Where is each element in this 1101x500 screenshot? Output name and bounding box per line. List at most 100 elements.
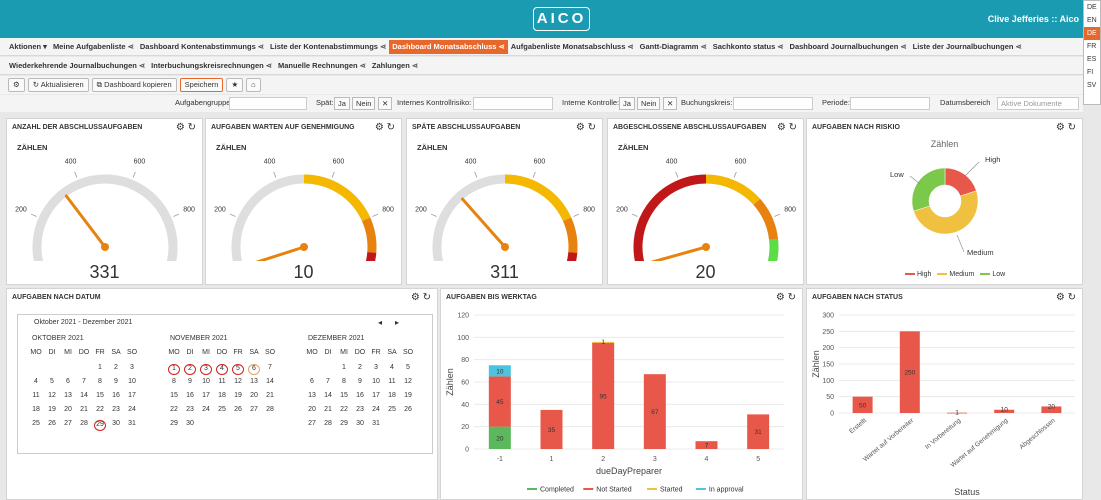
calendar-day[interactable]: 28 <box>264 406 276 413</box>
share-icon[interactable]: ⋖ <box>498 42 504 51</box>
calendar-day[interactable]: 9 <box>354 378 366 385</box>
calendar-day[interactable]: 10 <box>370 378 382 385</box>
calendar-day[interactable]: 24 <box>200 406 212 413</box>
calendar-day[interactable]: 25 <box>386 406 398 413</box>
calendar-day[interactable]: 2 <box>354 364 366 371</box>
nav-tab[interactable]: Interbuchungskreisrechnungen ⋖ <box>148 59 275 73</box>
calendar-day[interactable]: 8 <box>94 378 106 385</box>
calendar-day[interactable]: 4 <box>216 364 228 375</box>
user-name[interactable]: Clive Jefferies :: Aico <box>988 14 1079 24</box>
calendar-day[interactable]: 31 <box>370 420 382 427</box>
control-clear-icon[interactable]: ✕ <box>663 97 678 110</box>
calendar-day[interactable]: 9 <box>184 378 196 385</box>
share-icon[interactable]: ⋖ <box>777 42 783 51</box>
calendar-day[interactable]: 30 <box>354 420 366 427</box>
language-option[interactable]: DE <box>1084 1 1100 14</box>
nav-tab[interactable]: Aufgabenliste Monatsabschluss ⋖ <box>508 40 637 54</box>
calendar-day[interactable]: 29 <box>338 420 350 427</box>
calendar-next-icon[interactable]: ▸ <box>395 318 399 327</box>
nav-tab[interactable]: Dashboard Monatsabschluss ⋖ <box>389 39 508 54</box>
nav-tab[interactable]: Wiederkehrende Journalbuchungen ⋖ <box>6 59 148 73</box>
calendar-prev-icon[interactable]: ◂ <box>378 318 382 327</box>
calendar-day[interactable]: 16 <box>110 392 122 399</box>
calendar-day[interactable]: 26 <box>402 406 414 413</box>
calendar-day[interactable]: 10 <box>200 378 212 385</box>
language-option[interactable]: SV <box>1084 79 1100 92</box>
calendar-day[interactable]: 5 <box>402 364 414 371</box>
calendar-day[interactable]: 24 <box>126 406 138 413</box>
nav-tab[interactable]: Dashboard Journalbuchungen ⋖ <box>787 40 910 54</box>
nav-tab[interactable]: Liste der Kontenabstimmungs ⋖ <box>267 40 389 54</box>
calendar-day[interactable]: 21 <box>78 406 90 413</box>
share-icon[interactable]: ⋖ <box>412 61 418 70</box>
calendar-day[interactable]: 6 <box>62 378 74 385</box>
calendar-day[interactable]: 3 <box>370 364 382 371</box>
calendar-day[interactable]: 11 <box>30 392 42 399</box>
late-yes-button[interactable]: Ja <box>334 97 350 110</box>
calendar-day[interactable]: 19 <box>232 392 244 399</box>
calendar-day[interactable]: 12 <box>232 378 244 385</box>
calendar-day[interactable]: 23 <box>354 406 366 413</box>
share-icon[interactable]: ⋖ <box>700 42 706 51</box>
task-group-input[interactable] <box>229 97 307 110</box>
share-icon[interactable]: ⋖ <box>266 61 272 70</box>
calendar-day[interactable]: 14 <box>78 392 90 399</box>
calendar-day[interactable]: 10 <box>126 378 138 385</box>
panel-settings-refresh-icons[interactable]: ⚙ ↻ <box>411 292 431 303</box>
aico-logo[interactable]: AICO <box>533 7 590 31</box>
calendar-day[interactable]: 31 <box>126 420 138 427</box>
share-icon[interactable]: ⋖ <box>139 61 145 70</box>
favorite-star-icon[interactable]: ★ <box>226 78 244 92</box>
date-range-select[interactable]: Aktive Dokumente <box>997 97 1079 110</box>
calendar-day[interactable]: 6 <box>306 378 318 385</box>
share-icon[interactable]: ⋖ <box>627 42 633 51</box>
calendar-day[interactable]: 5 <box>232 364 244 375</box>
panel-settings-refresh-icons[interactable]: ⚙ ↻ <box>176 122 196 133</box>
calendar-day[interactable]: 17 <box>370 392 382 399</box>
company-code-input[interactable] <box>733 97 813 110</box>
calendar-day[interactable]: 22 <box>338 406 350 413</box>
calendar-day[interactable]: 19 <box>46 406 58 413</box>
calendar-day[interactable]: 23 <box>184 406 196 413</box>
calendar-day[interactable]: 25 <box>30 420 42 427</box>
share-icon[interactable]: ⋖ <box>1015 42 1021 51</box>
calendar-day[interactable]: 27 <box>306 420 318 427</box>
panel-settings-refresh-icons[interactable]: ⚙ ↻ <box>777 122 797 133</box>
calendar-day[interactable]: 7 <box>322 378 334 385</box>
calendar-day[interactable]: 16 <box>184 392 196 399</box>
calendar-day[interactable]: 28 <box>322 420 334 427</box>
calendar-day[interactable]: 4 <box>386 364 398 371</box>
language-option[interactable]: FR <box>1084 40 1100 53</box>
calendar-day[interactable]: 18 <box>30 406 42 413</box>
panel-settings-refresh-icons[interactable]: ⚙ ↻ <box>576 122 596 133</box>
copy-dashboard-button[interactable]: ⧉ Dashboard kopieren <box>91 78 177 92</box>
nav-tab[interactable]: Manuelle Rechnungen ⋖ <box>275 59 369 73</box>
calendar-day[interactable]: 15 <box>168 392 180 399</box>
calendar-day[interactable]: 11 <box>386 378 398 385</box>
calendar-day[interactable]: 2 <box>184 364 196 375</box>
calendar-day[interactable]: 8 <box>338 378 350 385</box>
calendar-day[interactable]: 18 <box>386 392 398 399</box>
calendar-day[interactable]: 13 <box>248 378 260 385</box>
settings-button[interactable]: ⚙ <box>8 78 25 92</box>
calendar-day[interactable]: 19 <box>402 392 414 399</box>
calendar-day[interactable]: 14 <box>322 392 334 399</box>
nav-tab[interactable]: Sachkonto status ⋖ <box>710 40 787 54</box>
nav-tab[interactable]: Gantt-Diagramm ⋖ <box>637 40 710 54</box>
calendar-day[interactable]: 24 <box>370 406 382 413</box>
home-icon[interactable]: ⌂ <box>246 78 261 92</box>
calendar-day[interactable]: 21 <box>264 392 276 399</box>
language-dropdown[interactable]: DE EN DE FR ES FI SV <box>1083 0 1101 105</box>
calendar-day[interactable]: 21 <box>322 406 334 413</box>
refresh-button[interactable]: ↻ Aktualisieren <box>27 78 89 92</box>
calendar-day[interactable]: 13 <box>62 392 74 399</box>
calendar-day[interactable]: 13 <box>306 392 318 399</box>
calendar-day[interactable]: 5 <box>46 378 58 385</box>
calendar-day[interactable]: 4 <box>30 378 42 385</box>
late-clear-icon[interactable]: ✕ <box>378 97 393 110</box>
calendar-day[interactable]: 29 <box>168 420 180 427</box>
calendar-day[interactable]: 18 <box>216 392 228 399</box>
calendar-day[interactable]: 25 <box>216 406 228 413</box>
share-icon[interactable]: ⋖ <box>258 42 264 51</box>
share-icon[interactable]: ⋖ <box>380 42 386 51</box>
